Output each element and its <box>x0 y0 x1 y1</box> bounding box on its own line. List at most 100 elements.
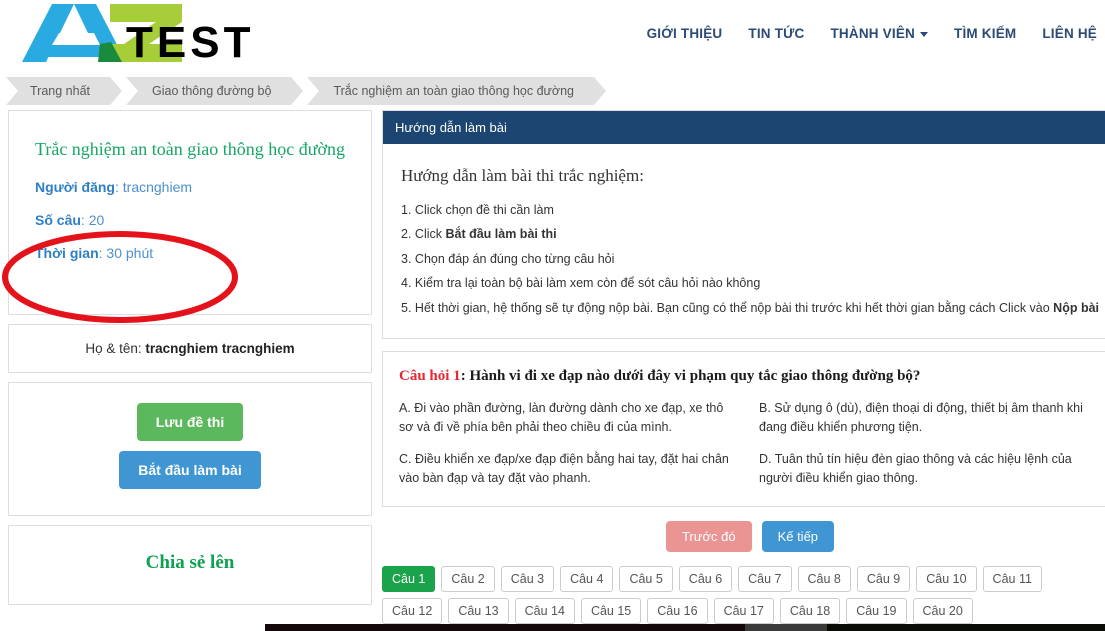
breadcrumb-label: Giao thông đường bộ <box>152 84 272 98</box>
guide-step-text: Chọn đáp án đúng cho từng câu hỏi <box>414 251 615 266</box>
answer-key: A. <box>399 400 411 415</box>
pager-item-11[interactable]: Câu 11 <box>982 566 1042 593</box>
next-question-button[interactable]: Kế tiếp <box>761 521 835 553</box>
info-value: 20 <box>88 212 105 229</box>
pager-item-15[interactable]: Câu 15 <box>580 598 642 625</box>
pager-item-14[interactable]: Câu 14 <box>514 598 575 625</box>
answer-text: Đi vào phần đường, làn đường dành cho xe… <box>399 400 724 435</box>
previous-question-button[interactable]: Trước đó <box>665 521 752 553</box>
guide-step-number: 3. <box>401 251 412 266</box>
info-label: Thời gian <box>35 245 99 262</box>
nav-item-tim-kiem[interactable]: TÌM KIẾM <box>954 26 1016 41</box>
guide-step-text: Click chọn đề thi cần làm <box>414 203 554 217</box>
guide-step: 1. Click chọn đề thi cần làm <box>401 198 1099 222</box>
pager-item-6[interactable]: Câu 6 <box>678 566 733 593</box>
breadcrumb-item-category[interactable]: Giao thông đường bộ <box>126 77 304 105</box>
pager-item-7[interactable]: Câu 7 <box>738 566 792 593</box>
pager-item-20[interactable]: Câu 20 <box>912 598 973 625</box>
answer-option-a[interactable]: A. Đi vào phần đường, làn đường dành cho… <box>399 399 741 438</box>
site-header: TEST GIỚI THIỆU TIN TỨC THÀNH VIÊN TÌM K… <box>0 0 1105 72</box>
info-row-author: Người đăng: tracnghiem <box>35 179 193 196</box>
save-exam-button[interactable]: Lưu đề thi <box>136 403 244 441</box>
nav-label: TIN TỨC <box>748 26 805 41</box>
answer-option-c[interactable]: C. Điều khiển xe đạp/xe đạp điện bằng ha… <box>399 450 741 489</box>
aztest-logo[interactable]: TEST <box>14 2 304 67</box>
pager-item-13[interactable]: Câu 13 <box>448 598 509 625</box>
nav-item-gioi-thieu[interactable]: GIỚI THIỆU <box>647 26 723 41</box>
pager-item-17[interactable]: Câu 17 <box>713 598 774 625</box>
breadcrumb-label: Trang nhất <box>30 84 90 98</box>
guide-title: Hướng dẫn làm bài thi trắc nghiệm: <box>401 166 644 185</box>
nav-item-thanh-vien[interactable]: THÀNH VIÊN <box>830 26 928 41</box>
svg-text:TEST: TEST <box>126 18 254 64</box>
info-label: Người đăng <box>35 179 115 196</box>
guide-step-list: 1. Click chọn đề thi cần làm 2. Click Bắ… <box>401 198 1099 320</box>
guide-step-text: Click <box>414 227 446 242</box>
question-panel: Câu hỏi 1: Hành vi đi xe đạp nào dưới đâ… <box>382 350 1105 508</box>
info-value: tracnghiem <box>122 179 193 196</box>
nav-item-lien-he[interactable]: LIÊN HỆ <box>1042 26 1097 41</box>
pager-item-5[interactable]: Câu 5 <box>619 566 673 593</box>
nav-label: LIÊN HỆ <box>1042 26 1097 41</box>
pager-item-12[interactable]: Câu 12 <box>382 598 443 625</box>
exam-info-card: Trắc nghiệm an toàn giao thông học đường… <box>8 110 372 315</box>
pager-item-3[interactable]: Câu 3 <box>500 566 555 593</box>
answer-option-b[interactable]: B. Sử dụng ô (dù), điện thoại di động, t… <box>759 399 1101 438</box>
pager-item-10[interactable]: Câu 10 <box>916 566 977 593</box>
guide-panel-body: Hướng dẫn làm bài thi trắc nghiệm: 1. Cl… <box>383 144 1105 338</box>
chevron-down-icon <box>920 32 928 37</box>
pager-item-18[interactable]: Câu 18 <box>779 598 841 625</box>
sidebar: Trắc nghiệm an toàn giao thông học đường… <box>8 110 372 624</box>
guide-panel-header: Hướng dẫn làm bài <box>383 111 1105 144</box>
guide-step: 4. Kiểm tra lại toàn bộ bài làm xem còn … <box>401 271 1099 295</box>
pager-item-9[interactable]: Câu 9 <box>856 566 911 593</box>
breadcrumb-label: Trắc nghiệm an toàn giao thông học đường <box>333 84 575 98</box>
answer-key: B. <box>759 400 771 415</box>
pager-item-16[interactable]: Câu 16 <box>647 598 708 625</box>
info-label: Số câu <box>35 212 81 229</box>
pager-item-2[interactable]: Câu 2 <box>441 566 495 593</box>
bottom-strip-segment <box>745 624 827 631</box>
user-name-card: Họ & tên: tracnghiem tracnghiem <box>8 324 372 373</box>
guide-step-number: 4. <box>401 276 412 291</box>
guide-step-text: Kiểm tra lại toàn bộ bài làm xem còn để … <box>414 276 761 291</box>
guide-step: 3. Chọn đáp án đúng cho từng câu hỏi <box>401 247 1099 271</box>
start-exam-button[interactable]: Bắt đầu làm bài <box>119 451 261 489</box>
answer-text: Sử dụng ô (dù), điện thoại di động, thiế… <box>759 400 1083 435</box>
guide-step-bold: Bắt đầu làm bài thi <box>445 227 557 242</box>
nav-item-tin-tuc[interactable]: TIN TỨC <box>748 26 804 41</box>
bottom-dark-strip <box>265 624 1105 631</box>
pager-item-8[interactable]: Câu 8 <box>797 566 851 593</box>
answer-key: C. <box>399 451 412 466</box>
pager-item-19[interactable]: Câu 19 <box>846 598 907 625</box>
guide-panel: Hướng dẫn làm bài Hướng dẫn làm bài thi … <box>382 110 1105 339</box>
guide-step-number: 2. <box>401 227 412 242</box>
logo-svg: TEST <box>22 4 254 67</box>
bottom-strip-segment <box>827 624 1105 631</box>
main-column: Hướng dẫn làm bài Hướng dẫn làm bài thi … <box>382 110 1105 625</box>
info-row-duration: Thời gian: 30 phút <box>35 245 154 262</box>
exam-title: Trắc nghiệm an toàn giao thông học đường <box>34 139 346 159</box>
breadcrumb-item-current[interactable]: Trắc nghiệm an toàn giao thông học đường <box>307 77 606 105</box>
pager-item-4[interactable]: Câu 4 <box>560 566 614 593</box>
nav-label: THÀNH VIÊN <box>830 26 915 41</box>
answer-text: Điều khiển xe đạp/xe đạp điện bằng hai t… <box>399 451 729 485</box>
nav-label: TÌM KIẾM <box>954 26 1017 41</box>
answer-text: Tuân thủ tín hiệu đèn giao thông và các … <box>759 451 1072 485</box>
guide-step: 5. Hết thời gian, hệ thống sẽ tự động nộ… <box>401 296 1099 320</box>
question-nav-buttons: Trước đó Kế tiếp <box>382 521 1105 553</box>
main-nav: GIỚI THIỆU TIN TỨC THÀNH VIÊN TÌM KIẾM L… <box>647 26 1097 41</box>
breadcrumb: Trang nhất Giao thông đường bộ Trắc nghi… <box>0 72 1105 110</box>
breadcrumb-item-home[interactable]: Trang nhất <box>6 77 122 105</box>
page-root: TEST GIỚI THIỆU TIN TỨC THÀNH VIÊN TÌM K… <box>0 0 1105 631</box>
answer-option-d[interactable]: D. Tuân thủ tín hiệu đèn giao thông và c… <box>759 450 1101 489</box>
content-area: Trắc nghiệm an toàn giao thông học đường… <box>0 110 1105 625</box>
share-title: Chia sẻ lên <box>145 552 235 573</box>
question-number-label: Câu hỏi 1 <box>399 367 461 384</box>
info-value: 30 phút <box>106 245 154 262</box>
answer-grid: A. Đi vào phần đường, làn đường dành cho… <box>399 399 1101 489</box>
pager-item-1[interactable]: Câu 1 <box>382 566 436 593</box>
guide-step-text: Hết thời gian, hệ thống sẽ tự động nộp b… <box>414 300 1054 315</box>
info-row-question-count: Số câu: 20 <box>35 212 105 229</box>
guide-step-number: 5. <box>401 300 412 315</box>
